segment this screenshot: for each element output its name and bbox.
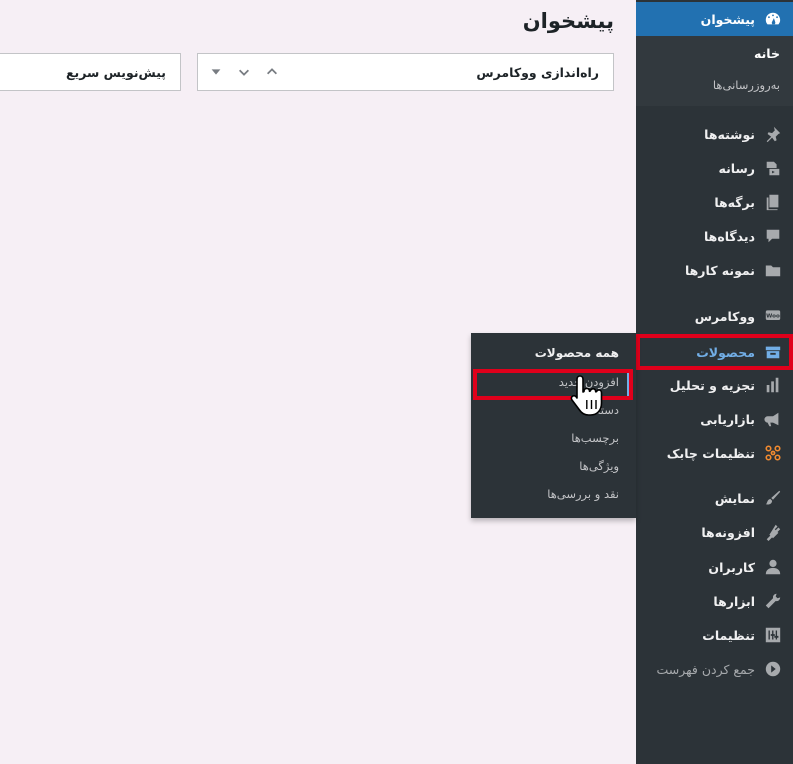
sidebar-item-plugins[interactable]: افزونه‌ها <box>636 515 793 549</box>
flyout-item-tags[interactable]: برچسب‌ها <box>571 431 619 445</box>
sidebar-item-analytics[interactable]: تجزیه و تحلیل <box>636 368 793 402</box>
comments-icon <box>763 226 783 246</box>
media-icon <box>763 158 783 178</box>
folder-icon <box>763 260 783 280</box>
admin-sidebar: پیشخوان خانه به‌روزرسانی‌ها نوشته‌ها رسا… <box>636 0 793 764</box>
pin-icon <box>763 124 783 144</box>
sidebar-item-media[interactable]: رسانه <box>636 151 793 185</box>
sidebar-item-label: ابزارها <box>713 593 755 609</box>
flyout-item-all-products[interactable]: همه محصولات <box>535 346 619 360</box>
sidebar-item-label: نمایش <box>714 490 755 506</box>
sidebar-item-products[interactable]: محصولات <box>636 334 793 370</box>
archive-icon <box>763 342 783 362</box>
sidebar-item-marketing[interactable]: بازاریابی <box>636 402 793 436</box>
flyout-item-reviews[interactable]: نقد و بررسی‌ها <box>547 487 619 501</box>
dashboard-icon <box>763 9 783 29</box>
sidebar-item-tools[interactable]: ابزارها <box>636 584 793 618</box>
sidebar-item-posts[interactable]: نوشته‌ها <box>636 117 793 151</box>
dashboard-submenu: خانه به‌روزرسانی‌ها <box>636 36 793 106</box>
sidebar-item-label: کاربران <box>708 559 755 575</box>
hand-pointer-icon <box>570 375 603 416</box>
sidebar-item-label: برگه‌ها <box>714 194 755 210</box>
sidebar-item-label: بازاریابی <box>700 411 755 427</box>
submenu-home[interactable]: خانه <box>754 46 780 61</box>
sliders-icon <box>763 625 783 645</box>
sidebar-item-label: تنظیمات چابک <box>666 445 755 461</box>
sidebar-item-label: افزونه‌ها <box>701 524 755 540</box>
wrench-icon <box>763 591 783 611</box>
quick-draft-widget[interactable]: پیش‌نویس سریع <box>0 53 181 91</box>
sidebar-item-label: پیشخوان <box>700 11 755 27</box>
user-icon <box>763 557 783 577</box>
brush-icon <box>763 488 783 508</box>
sidebar-item-comments[interactable]: دیدگاه‌ها <box>636 219 793 253</box>
megaphone-icon <box>763 409 783 429</box>
highlight-box <box>473 369 633 400</box>
collapse-menu-button[interactable]: جمع کردن فهرست <box>636 652 793 686</box>
move-up-icon[interactable] <box>264 64 280 80</box>
sidebar-item-appearance[interactable]: نمایش <box>636 481 793 515</box>
pages-icon <box>763 192 783 212</box>
sidebar-item-portfolio[interactable]: نمونه کارها <box>636 253 793 287</box>
sidebar-item-settings[interactable]: تنظیمات <box>636 618 793 652</box>
woo-icon: Woo <box>763 306 783 326</box>
toggle-arrow-icon[interactable] <box>208 64 224 80</box>
sidebar-item-label: دیدگاه‌ها <box>703 228 755 244</box>
widget-title: راه‌اندازی ووکامرس <box>476 64 599 80</box>
sidebar-item-pages[interactable]: برگه‌ها <box>636 185 793 219</box>
page-title: پیشخوان <box>522 9 614 33</box>
sidebar-item-woocommerce[interactable]: Woo ووکامرس <box>636 299 793 333</box>
sidebar-item-label: محصولات <box>696 344 755 360</box>
chaabk-icon <box>763 443 783 463</box>
products-flyout-menu: همه محصولات افزودن جدید دسته‌ها برچسب‌ها… <box>471 333 636 518</box>
sidebar-item-label: نمونه کارها <box>684 262 755 278</box>
sidebar-item-dashboard[interactable]: پیشخوان <box>636 2 793 36</box>
submenu-updates[interactable]: به‌روزرسانی‌ها <box>713 78 780 92</box>
woocommerce-setup-widget[interactable]: راه‌اندازی ووکامرس <box>197 53 614 91</box>
woo-badge-text: Woo <box>766 314 780 320</box>
sidebar-item-label: رسانه <box>718 160 755 176</box>
sidebar-item-users[interactable]: کاربران <box>636 550 793 584</box>
sidebar-item-label: ووکامرس <box>694 308 755 324</box>
plugin-icon <box>763 522 783 542</box>
widget-title: پیش‌نویس سریع <box>65 64 166 80</box>
widget-handles <box>208 64 280 80</box>
sidebar-item-label: نوشته‌ها <box>704 126 755 142</box>
flyout-item-attributes[interactable]: ویژگی‌ها <box>579 459 619 473</box>
collapse-icon <box>763 659 783 679</box>
sidebar-item-label: تجزیه و تحلیل <box>669 377 755 393</box>
move-down-icon[interactable] <box>236 64 252 80</box>
sidebar-item-label: تنظیمات <box>702 627 755 643</box>
chart-icon <box>763 375 783 395</box>
sidebar-item-label: جمع کردن فهرست <box>656 661 755 677</box>
sidebar-item-chaabk-settings[interactable]: تنظیمات چابک <box>636 436 793 470</box>
